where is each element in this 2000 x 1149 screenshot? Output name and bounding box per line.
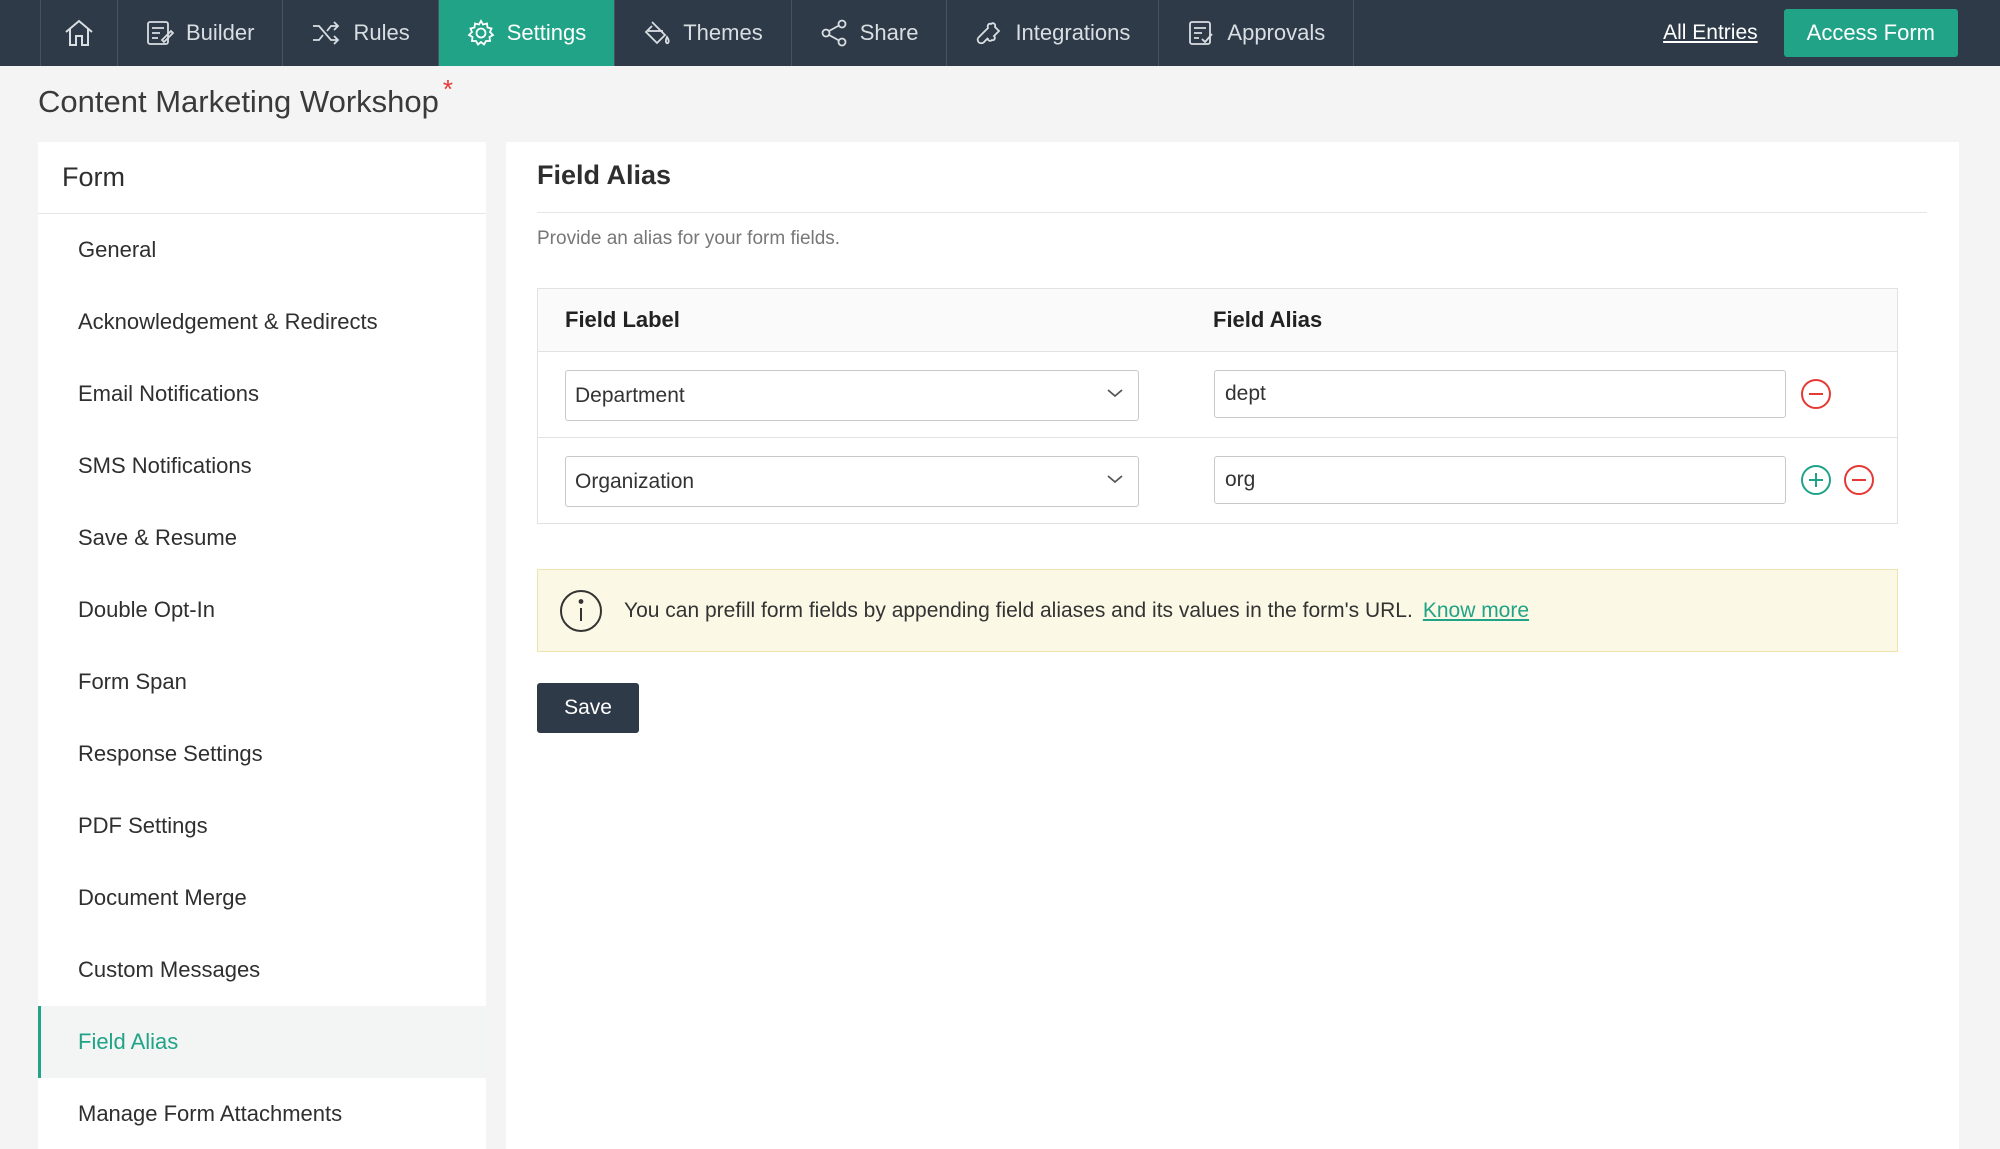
section-title: Field Alias [537,160,672,190]
tab-themes[interactable]: Themes [615,0,792,66]
tab-integrations-label: Integrations [1015,20,1131,45]
info-icon [558,588,604,634]
shuffle-icon [311,21,341,45]
sidebar-item-acknowledgement-redirects[interactable]: Acknowledgement & Redirects [38,286,486,358]
access-form-button[interactable]: Access Form [1783,9,1958,57]
sidebar-heading: Form [38,142,486,214]
table-row: Organization [538,438,1897,524]
gear-icon [467,19,495,47]
divider [537,212,1927,213]
top-navigation-bar: Builder Rules Settings Themes Share Inte… [0,0,2000,66]
home-button[interactable] [40,0,118,66]
field-select-department[interactable]: Department [565,370,1139,421]
sidebar-item-pdf-settings[interactable]: PDF Settings [38,790,486,862]
sidebar-item-document-merge[interactable]: Document Merge [38,862,486,934]
tab-share-label: Share [859,20,919,45]
sidebar-item-form-span[interactable]: Form Span [38,646,486,718]
field-select-organization[interactable]: Organization [565,456,1139,507]
tab-settings-label: Settings [506,20,587,45]
sidebar-item-field-alias[interactable]: Field Alias [38,1006,486,1078]
page-title: Content Marketing Workshop * [38,74,453,120]
sidebar-item-double-opt-in[interactable]: Double Opt-In [38,574,486,646]
sidebar-item-response-settings[interactable]: Response Settings [38,718,486,790]
section-description: Provide an alias for your form fields. [537,228,841,249]
chevron-down-icon [1107,475,1123,484]
chevron-down-icon [1107,389,1123,398]
tab-integrations[interactable]: Integrations [947,0,1160,66]
tab-approvals-label: Approvals [1227,20,1326,45]
column-header-field-alias: Field Alias [1213,307,1323,332]
tab-settings[interactable]: Settings [438,0,616,66]
all-entries-link[interactable]: All Entries [1663,21,1758,45]
table-header: Field Label Field Alias [538,289,1897,352]
column-header-field-label: Field Label [565,307,680,332]
tab-builder-label: Builder [186,20,255,45]
alias-input-department[interactable] [1214,370,1786,418]
home-icon [65,19,93,46]
sidebar-item-custom-messages[interactable]: Custom Messages [38,934,486,1006]
puzzle-icon [975,19,1003,47]
sidebar-item-manage-form-attachments[interactable]: Manage Form Attachments [38,1078,486,1149]
nav-tabs: Builder Rules Settings Themes Share Inte… [118,0,1355,66]
remove-row-icon[interactable] [1800,378,1832,410]
know-more-link[interactable]: Know more [1423,599,1529,623]
table-row: Department [538,352,1897,438]
tab-rules[interactable]: Rules [283,0,439,66]
form-name: Content Marketing Workshop [38,84,439,119]
nav-right-actions: All Entries Access Form [1663,9,1958,57]
field-alias-panel: Field Alias Provide an alias for your fo… [506,142,1959,1149]
share-icon [820,19,848,47]
approvals-icon [1187,19,1215,47]
save-button[interactable]: Save [537,683,639,733]
remove-row-icon[interactable] [1843,464,1875,496]
tab-share[interactable]: Share [792,0,948,66]
field-select-value: Department [575,383,685,407]
tab-themes-label: Themes [683,20,763,45]
sidebar-item-email-notifications[interactable]: Email Notifications [38,358,486,430]
alias-input-organization[interactable] [1214,456,1786,504]
prefill-info-banner: You can prefill form fields by appending… [537,569,1898,652]
settings-sidebar: Form General Acknowledgement & Redirects… [38,142,486,1149]
field-select-value: Organization [575,469,695,493]
sidebar-item-save-resume[interactable]: Save & Resume [38,502,486,574]
sidebar-item-sms-notifications[interactable]: SMS Notifications [38,430,486,502]
tab-builder[interactable]: Builder [118,0,284,66]
paint-bucket-icon [643,19,671,47]
required-mark: * [442,74,454,104]
field-alias-table: Field Label Field Alias Department Organ… [537,288,1898,524]
add-row-icon[interactable] [1800,464,1832,496]
tab-approvals[interactable]: Approvals [1159,0,1355,66]
info-text: You can prefill form fields by appending… [624,598,1413,622]
tab-rules-label: Rules [353,20,410,45]
sidebar-item-general[interactable]: General [38,214,486,286]
builder-icon [146,20,174,46]
